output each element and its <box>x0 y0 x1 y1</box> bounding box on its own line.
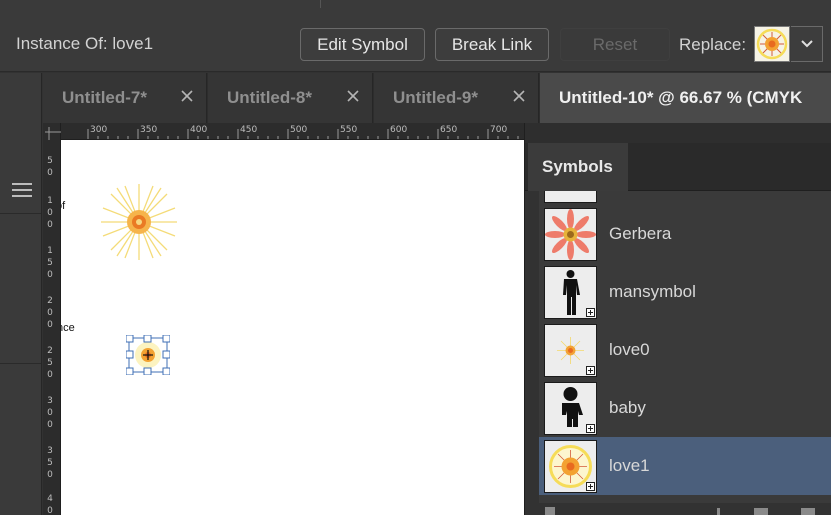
ruler-origin-icon <box>45 127 61 140</box>
symbol-thumbnail <box>544 324 597 377</box>
tab-untitled-8[interactable]: Untitled-8* <box>208 73 373 123</box>
panel-footer-icons <box>545 507 815 515</box>
ruler-label: 200 <box>47 296 53 330</box>
panel-header: Symbols <box>525 143 831 191</box>
ruler-label: 600 <box>390 125 408 135</box>
ruler-label: 350 <box>140 125 158 135</box>
ruler-label: 550 <box>340 125 358 135</box>
break-link-icon <box>754 508 768 515</box>
symbol-thumbnail <box>544 382 597 435</box>
symbol-thumbnail <box>544 266 597 319</box>
symbol-item-mansymbol[interactable]: mansymbol <box>539 263 831 321</box>
plus-icon <box>586 482 595 491</box>
symbols-panel: Symbols Gerbera mansymbol love0 baby lov… <box>524 123 831 515</box>
plus-icon <box>586 308 595 317</box>
tab-untitled-7[interactable]: Untitled-7* <box>43 73 207 123</box>
selection-bounding-box <box>126 335 170 375</box>
plus-icon <box>586 366 595 375</box>
tools-panel <box>0 73 42 515</box>
canvas-text-fragment: nce <box>61 322 75 334</box>
break-link-button[interactable]: Break Link <box>435 28 549 61</box>
symbol-libraries-icon <box>545 507 555 515</box>
place-instance-icon <box>717 508 720 515</box>
tools-divider <box>0 363 41 364</box>
gerbera-flower-icon <box>545 209 596 260</box>
sunburst-flower-artwork[interactable] <box>97 180 181 264</box>
control-bar-divider <box>320 0 321 8</box>
artboard-canvas[interactable]: of nce <box>61 140 524 515</box>
vertical-ruler[interactable]: 50 100 150 200 250 300 350 40 <box>43 140 61 515</box>
ruler-origin[interactable] <box>43 123 61 140</box>
symbol-item-gerbera[interactable]: Gerbera <box>539 205 831 263</box>
reset-button[interactable]: Reset <box>560 28 670 61</box>
ruler-label: 300 <box>90 125 108 135</box>
tab-label: Untitled-7* <box>62 88 147 107</box>
close-icon[interactable] <box>512 89 526 103</box>
chevron-down-icon <box>800 40 813 48</box>
edit-symbol-button[interactable]: Edit Symbol <box>300 28 425 61</box>
symbol-list: Gerbera mansymbol love0 baby love1 <box>539 191 831 515</box>
symbol-thumbnail <box>544 440 597 493</box>
ruler-label: 650 <box>440 125 458 135</box>
replace-symbol-swatch[interactable] <box>754 26 790 62</box>
panel-grip[interactable] <box>525 123 831 143</box>
ruler-label: 450 <box>240 125 258 135</box>
tab-label: Untitled-8* <box>227 88 312 107</box>
symbol-thumbnail <box>544 191 597 203</box>
tools-divider <box>0 213 41 214</box>
symbol-item-love0[interactable]: love0 <box>539 321 831 379</box>
tab-label: Untitled-9* <box>393 88 478 107</box>
list-item[interactable] <box>539 191 831 205</box>
ruler-label: 40 <box>47 494 53 515</box>
symbol-name: mansymbol <box>609 282 696 301</box>
instance-of-label: Instance Of: love1 <box>16 34 154 53</box>
symbol-name: Gerbera <box>609 224 672 243</box>
ruler-label: 150 <box>47 246 53 280</box>
symbol-name: baby <box>609 398 646 417</box>
panel-footer <box>539 503 831 515</box>
tab-symbols[interactable]: Symbols <box>528 143 628 191</box>
document-tabs: Untitled-7* Untitled-8* Untitled-9* Unti… <box>43 73 831 123</box>
symbol-item-love1[interactable]: love1 <box>539 437 831 495</box>
tab-label: Untitled-10* @ 66.67 % (CMYK <box>559 88 803 107</box>
hamburger-menu-icon[interactable] <box>12 183 32 199</box>
plus-icon <box>586 424 595 433</box>
ruler-label: 400 <box>190 125 208 135</box>
replace-label: Replace: <box>679 35 747 54</box>
tab-untitled-9[interactable]: Untitled-9* <box>374 73 539 123</box>
ruler-label: 300 <box>47 396 53 430</box>
ruler-label: 700 <box>490 125 508 135</box>
new-symbol-icon <box>801 508 815 515</box>
symbol-name: love1 <box>609 456 650 475</box>
horizontal-ruler[interactable]: 300 350 400 450 500 550 600 650 700 <box>43 123 524 140</box>
symbol-item-baby[interactable]: baby <box>539 379 831 437</box>
canvas-text-fragment: of <box>61 200 66 212</box>
close-icon[interactable] <box>180 89 194 103</box>
ruler-label: 500 <box>290 125 308 135</box>
ruler-label: 100 <box>47 196 53 230</box>
symbol-name: love0 <box>609 340 650 359</box>
tab-untitled-10[interactable]: Untitled-10* @ 66.67 % (CMYK <box>540 73 831 123</box>
replace-dropdown-button[interactable] <box>791 26 823 62</box>
selected-symbol-instance[interactable] <box>126 335 170 375</box>
control-bar: Instance Of: love1 Edit Symbol Break Lin… <box>0 0 831 72</box>
close-icon[interactable] <box>346 89 360 103</box>
ruler-label: 50 <box>47 156 53 178</box>
ruler-label: 250 <box>47 346 53 380</box>
symbol-thumbnail <box>544 208 597 261</box>
love1-flower-icon <box>756 28 788 60</box>
ruler-label: 350 <box>47 446 53 480</box>
